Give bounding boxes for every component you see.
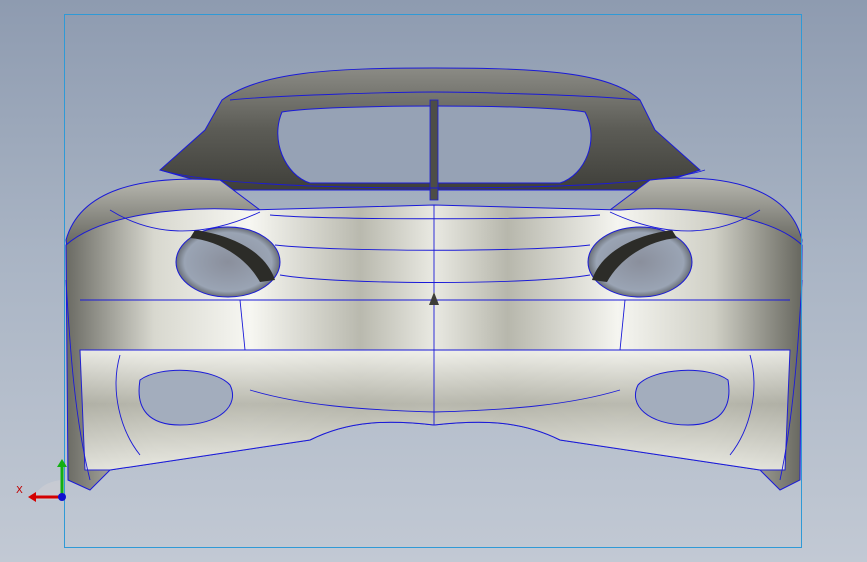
triad-x-label: X	[16, 485, 23, 496]
graphics-viewport[interactable]: X	[0, 0, 867, 562]
view-frame	[64, 14, 802, 548]
triad-graphic	[28, 459, 67, 502]
coordinate-triad: X	[14, 455, 74, 505]
